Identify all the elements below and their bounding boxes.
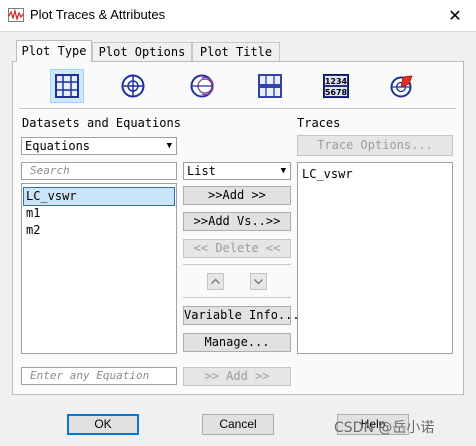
manage-button[interactable]: Manage... — [183, 333, 291, 352]
equation-input[interactable]: Enter any Equation — [21, 367, 177, 385]
watermark-text: CSDN @岳小诺 — [334, 420, 435, 436]
numeric-table-icon: 1234 5678 — [323, 74, 349, 98]
separator — [183, 264, 291, 265]
add-button[interactable]: >>Add >> — [183, 186, 291, 205]
traces-heading: Traces — [297, 116, 341, 130]
cancel-button[interactable]: Cancel — [202, 414, 274, 435]
chevron-up-icon — [211, 278, 220, 284]
delete-button[interactable]: << Delete << — [183, 239, 291, 258]
polar-chart-icon — [121, 74, 145, 98]
tab-plot-type[interactable]: Plot Type — [16, 40, 92, 62]
dataset-source-value: Equations — [25, 139, 91, 153]
list-item[interactable]: LC_vswr — [23, 187, 175, 206]
rectangular-grid-icon — [55, 74, 79, 98]
chevron-down-icon: ▼ — [166, 141, 172, 151]
view-mode-dropdown[interactable]: List ▼ — [183, 162, 291, 180]
stacked-rectangular-icon — [258, 74, 282, 98]
view-mode-value: List — [187, 164, 216, 178]
chevron-down-icon — [254, 279, 263, 285]
move-up-button[interactable] — [207, 273, 224, 290]
svg-text:5678: 5678 — [325, 88, 348, 97]
smith-chart-icon — [190, 74, 214, 98]
smith-chart-button[interactable] — [186, 70, 218, 102]
trace-options-button[interactable]: Trace Options... — [297, 135, 453, 156]
close-icon[interactable]: ✕ — [444, 6, 466, 26]
datasets-list[interactable]: LC_vswr m1 m2 — [21, 183, 177, 354]
ok-button[interactable]: OK — [67, 414, 139, 435]
list-item[interactable]: m2 — [24, 222, 172, 239]
tab-plot-title[interactable]: Plot Title — [192, 42, 280, 61]
polar-plot-button[interactable] — [117, 70, 149, 102]
variable-info-button[interactable]: Variable Info... — [183, 306, 300, 325]
list-item[interactable]: m1 — [24, 205, 172, 222]
add-vs-button[interactable]: >>Add Vs..>> — [183, 212, 291, 231]
rectangular-plot-button[interactable] — [50, 69, 84, 103]
tab-plot-options[interactable]: Plot Options — [92, 42, 192, 61]
window-title: Plot Traces & Attributes — [30, 7, 166, 22]
separator — [183, 297, 291, 298]
antenna-plot-button[interactable] — [386, 70, 418, 102]
chevron-down-icon: ▼ — [280, 166, 286, 176]
stacked-plot-button[interactable] — [254, 70, 286, 102]
datasets-heading: Datasets and Equations — [22, 116, 181, 130]
move-down-button[interactable] — [250, 273, 267, 290]
traces-list[interactable]: LC_vswr — [297, 162, 453, 354]
search-input[interactable]: Search — [21, 162, 177, 180]
antenna-pattern-icon — [390, 75, 413, 98]
dataset-source-dropdown[interactable]: Equations ▼ — [21, 137, 177, 155]
list-item[interactable]: LC_vswr — [300, 166, 448, 183]
add-equation-button[interactable]: >> Add >> — [183, 367, 291, 386]
table-plot-button[interactable]: 1234 5678 — [320, 70, 352, 102]
separator-highlight — [19, 109, 456, 110]
waveform-icon — [8, 8, 24, 22]
svg-text:1234: 1234 — [325, 77, 348, 86]
